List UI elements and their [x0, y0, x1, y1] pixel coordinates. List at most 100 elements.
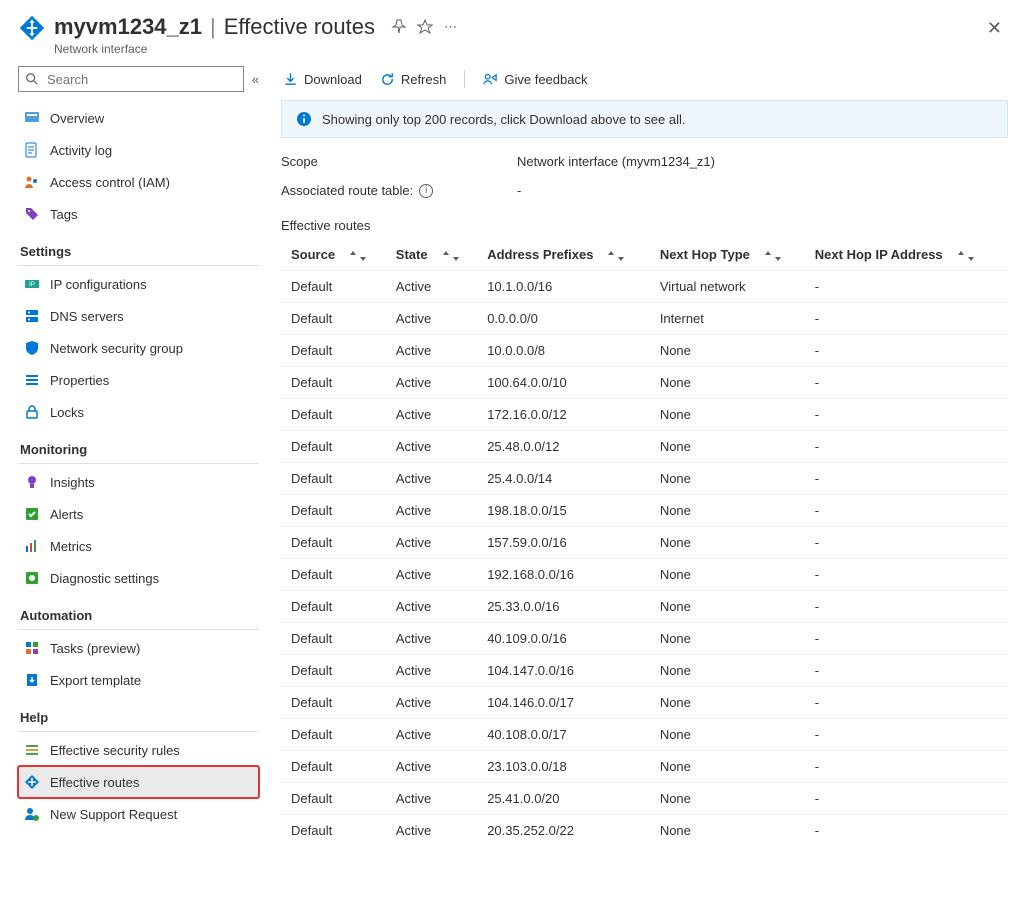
cell-source: Default: [281, 751, 386, 783]
cell-u: -: [1001, 463, 1008, 495]
pin-icon[interactable]: [391, 19, 407, 35]
sort-icon[interactable]: [349, 251, 367, 261]
table-row[interactable]: DefaultActive0.0.0.0/0Internet--: [281, 303, 1008, 335]
cell-hopType: None: [650, 399, 805, 431]
sidebar-item-locks[interactable]: Locks: [18, 396, 259, 428]
cell-hopType: None: [650, 559, 805, 591]
sidebar-item-tasks[interactable]: Tasks (preview): [18, 632, 259, 664]
table-row[interactable]: DefaultActive10.0.0.0/8None--: [281, 335, 1008, 367]
favorite-icon[interactable]: [417, 19, 433, 35]
table-row[interactable]: DefaultActive25.48.0.0/12None--: [281, 431, 1008, 463]
table-row[interactable]: DefaultActive25.41.0.0/20None--: [281, 783, 1008, 815]
cell-u: -: [1001, 591, 1008, 623]
table-row[interactable]: DefaultActive25.33.0.0/16None--: [281, 591, 1008, 623]
sidebar-item-ip-configurations[interactable]: IPIP configurations: [18, 268, 259, 300]
table-row[interactable]: DefaultActive172.16.0.0/12None--: [281, 399, 1008, 431]
main-content: Download Refresh Give feedback Showing o…: [265, 66, 1026, 913]
sort-icon[interactable]: [764, 251, 782, 261]
scope-label: Scope: [281, 154, 517, 169]
sidebar-item-export-template[interactable]: Export template: [18, 664, 259, 696]
sidebar-item-label: Overview: [50, 111, 253, 126]
activity-log-icon: [24, 142, 40, 158]
sidebar-item-dns-servers[interactable]: DNS servers: [18, 300, 259, 332]
cell-state: Active: [386, 431, 477, 463]
cell-hopIp: -: [805, 559, 1001, 591]
cell-hopType: Virtual network: [650, 271, 805, 303]
cell-state: Active: [386, 399, 477, 431]
overview-icon: [24, 110, 40, 126]
cell-hopIp: -: [805, 783, 1001, 815]
table-row[interactable]: DefaultActive10.1.0.0/16Virtual network-…: [281, 271, 1008, 303]
table-row[interactable]: DefaultActive157.59.0.0/16None--: [281, 527, 1008, 559]
sort-icon[interactable]: [442, 251, 460, 261]
refresh-button[interactable]: Refresh: [380, 72, 447, 87]
close-button[interactable]: ✕: [981, 14, 1008, 43]
effective-routes-icon: [24, 774, 40, 790]
table-row[interactable]: DefaultActive25.4.0.0/14None--: [281, 463, 1008, 495]
cell-hopIp: -: [805, 623, 1001, 655]
collapse-sidebar-icon[interactable]: «: [252, 72, 259, 87]
more-icon[interactable]: ⋯: [443, 19, 459, 35]
sidebar-search[interactable]: [18, 66, 244, 92]
sort-icon[interactable]: [957, 251, 975, 261]
sort-icon[interactable]: [607, 251, 625, 261]
routes-table-scroll[interactable]: SourceStateAddress PrefixesNext Hop Type…: [281, 239, 1008, 913]
sidebar-item-properties[interactable]: Properties: [18, 364, 259, 396]
cell-hopType: None: [650, 783, 805, 815]
download-icon: [283, 72, 298, 87]
table-row[interactable]: DefaultActive23.103.0.0/18None--: [281, 751, 1008, 783]
sidebar-item-activity-log[interactable]: Activity log: [18, 134, 259, 166]
sidebar-item-access-control[interactable]: Access control (IAM): [18, 166, 259, 198]
sidebar-item-diagnostic-settings[interactable]: Diagnostic settings: [18, 562, 259, 594]
column-header[interactable]: Us: [1001, 239, 1008, 271]
cell-u: -: [1001, 271, 1008, 303]
sidebar-item-label: Tasks (preview): [50, 641, 253, 656]
sidebar-item-effective-routes[interactable]: Effective routes: [18, 766, 259, 798]
table-row[interactable]: DefaultActive104.147.0.0/16None--: [281, 655, 1008, 687]
sidebar-item-metrics[interactable]: Metrics: [18, 530, 259, 562]
cell-hopIp: -: [805, 687, 1001, 719]
column-header[interactable]: Source: [281, 239, 386, 271]
svg-text:IP: IP: [29, 282, 35, 288]
sidebar-item-tags[interactable]: Tags: [18, 198, 259, 230]
cell-state: Active: [386, 271, 477, 303]
sidebar-item-label: Properties: [50, 373, 253, 388]
feedback-icon: [483, 72, 498, 87]
cell-hopIp: -: [805, 815, 1001, 847]
resource-name: myvm1234_z1: [54, 14, 202, 40]
column-header[interactable]: Next Hop IP Address: [805, 239, 1001, 271]
column-header[interactable]: State: [386, 239, 477, 271]
table-row[interactable]: DefaultActive104.146.0.0/17None--: [281, 687, 1008, 719]
sidebar-item-effective-security-rules[interactable]: Effective security rules: [18, 734, 259, 766]
cell-u: -: [1001, 367, 1008, 399]
cell-state: Active: [386, 367, 477, 399]
refresh-icon: [380, 72, 395, 87]
column-header[interactable]: Address Prefixes: [477, 239, 650, 271]
cell-source: Default: [281, 623, 386, 655]
help-icon[interactable]: i: [419, 184, 433, 198]
table-row[interactable]: DefaultActive100.64.0.0/10None--: [281, 367, 1008, 399]
cell-prefix: 0.0.0.0/0: [477, 303, 650, 335]
table-row[interactable]: DefaultActive198.18.0.0/15None--: [281, 495, 1008, 527]
info-banner-text: Showing only top 200 records, click Down…: [322, 112, 686, 127]
download-button[interactable]: Download: [283, 72, 362, 87]
table-row[interactable]: DefaultActive20.35.252.0/22None--: [281, 815, 1008, 847]
cell-hopIp: -: [805, 303, 1001, 335]
table-row[interactable]: DefaultActive40.109.0.0/16None--: [281, 623, 1008, 655]
associated-route-table-value: -: [517, 183, 521, 198]
column-header[interactable]: Next Hop Type: [650, 239, 805, 271]
feedback-button[interactable]: Give feedback: [483, 72, 587, 87]
sidebar-item-insights[interactable]: Insights: [18, 466, 259, 498]
sidebar-item-nsg[interactable]: Network security group: [18, 332, 259, 364]
new-support-request-icon: [24, 806, 40, 822]
sidebar-item-overview[interactable]: Overview: [18, 102, 259, 134]
search-input[interactable]: [45, 71, 237, 88]
sidebar-item-new-support-request[interactable]: New Support Request: [18, 798, 259, 830]
cell-hopIp: -: [805, 431, 1001, 463]
cell-source: Default: [281, 335, 386, 367]
sidebar-section-title: Monitoring: [20, 442, 259, 457]
table-row[interactable]: DefaultActive40.108.0.0/17None--: [281, 719, 1008, 751]
sidebar-item-alerts[interactable]: Alerts: [18, 498, 259, 530]
cell-source: Default: [281, 367, 386, 399]
table-row[interactable]: DefaultActive192.168.0.0/16None--: [281, 559, 1008, 591]
